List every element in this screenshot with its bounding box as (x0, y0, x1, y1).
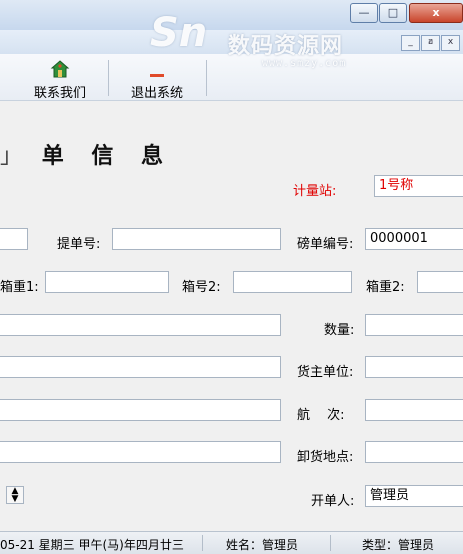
quantity-label: 数量: (324, 323, 355, 338)
voyage-label: 航 次: (297, 408, 345, 423)
form-heading-cutoff: 」 (0, 144, 25, 169)
status-date: 05-21 星期三 甲午(马)年四月廿三 (0, 538, 184, 552)
box-weight1-label: 箱重1: (0, 280, 39, 295)
watermark-url: www.smzy.com (262, 58, 347, 69)
box-no2-label: 箱号2: (182, 280, 221, 295)
station-field[interactable]: 1号称 (374, 175, 463, 197)
toolbar: 联系我们 退出系统 (0, 54, 463, 101)
status-divider (202, 535, 203, 551)
unload-field[interactable] (365, 441, 463, 463)
issuer-field[interactable]: 管理员 (365, 485, 463, 507)
contact-us-label: 联系我们 (33, 86, 86, 101)
owner-label: 货主单位: (297, 365, 354, 380)
window-titlebar: — □ x (0, 0, 463, 31)
toolbar-divider (206, 60, 207, 96)
mdi-restore-button[interactable]: ฮ (421, 35, 440, 51)
box-weight2-field[interactable] (417, 271, 463, 293)
left-field-row6[interactable] (0, 441, 281, 463)
left-field-row3[interactable] (0, 314, 281, 336)
box-weight2-label: 箱重2: (366, 280, 405, 295)
exit-system-label: 退出系统 (130, 86, 183, 101)
station-label: 计量站: (293, 184, 337, 199)
window-maximize-button[interactable]: □ (379, 3, 407, 23)
exit-icon (150, 74, 164, 77)
box-weight1-field[interactable] (45, 271, 169, 293)
mdi-close-button[interactable]: x (441, 35, 460, 51)
status-user-type: 类型：管理员 (362, 538, 435, 552)
status-user-name: 姓名：管理员 (226, 538, 299, 552)
spinner-arrows-icon[interactable]: ▲ ▼ (6, 486, 24, 504)
weigh-no-label: 磅单编号: (297, 237, 354, 252)
window-close-button[interactable]: x (409, 3, 463, 23)
form-heading-text: 单 信 息 (41, 143, 174, 169)
truncated-field[interactable] (0, 228, 28, 250)
window-minimize-button[interactable]: — (350, 3, 378, 23)
left-field-row4[interactable] (0, 356, 281, 378)
unload-label: 卸货地点: (297, 450, 354, 465)
contact-us-button[interactable]: 联系我们 (26, 56, 94, 101)
mdi-minimize-button[interactable]: _ (401, 35, 420, 51)
toolbar-divider (108, 60, 109, 96)
exit-system-button[interactable]: 退出系统 (122, 56, 192, 101)
voyage-field[interactable] (365, 399, 463, 421)
status-bar: 05-21 星期三 甲午(马)年四月廿三 姓名：管理员 类型：管理员 (0, 531, 463, 554)
left-field-row5[interactable] (0, 399, 281, 421)
bill-no-label: 提单号: (57, 237, 101, 252)
status-divider (330, 535, 331, 551)
box-no2-field[interactable] (233, 271, 352, 293)
watermark-logo: Sn (150, 10, 208, 56)
watermark-text: 数码资源网 (228, 34, 344, 59)
bill-no-field[interactable] (112, 228, 281, 250)
form-heading: 」 单 信 息 (0, 138, 173, 170)
weigh-no-field[interactable]: 0000001 (365, 228, 463, 250)
issuer-label: 开单人: (311, 494, 355, 509)
quantity-field[interactable] (365, 314, 463, 336)
home-icon (50, 60, 70, 78)
owner-field[interactable] (365, 356, 463, 378)
